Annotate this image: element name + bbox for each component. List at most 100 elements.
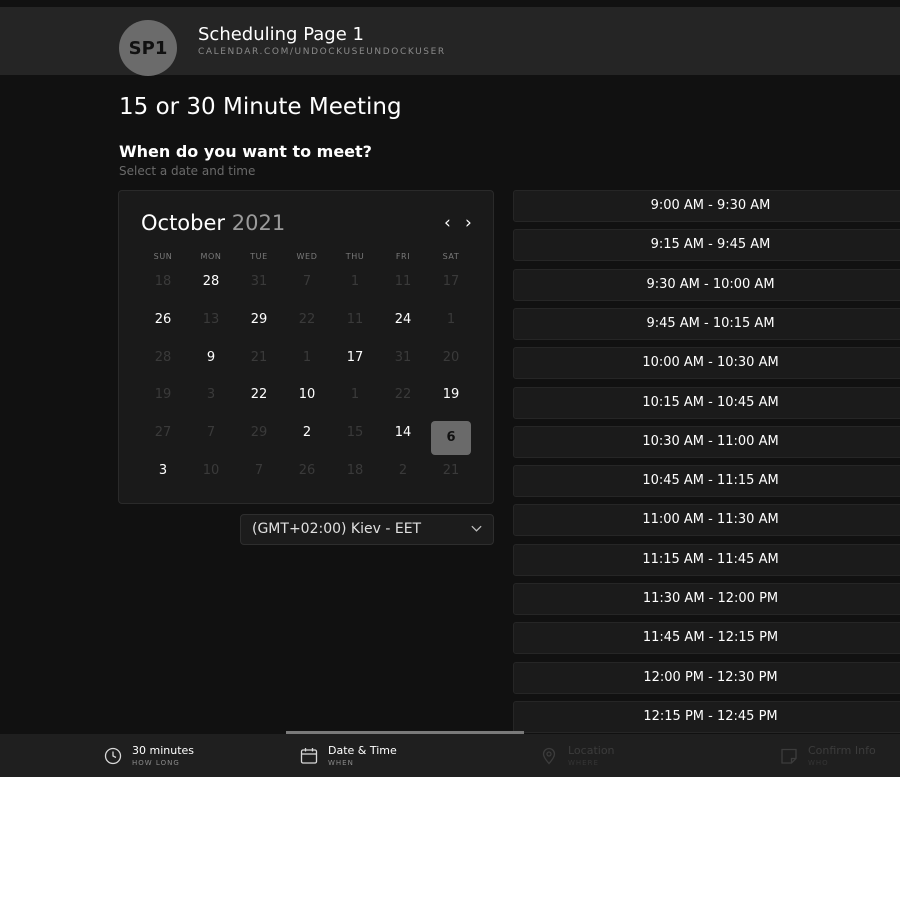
time-slot-label: 11:15 AM - 11:45 AM — [642, 551, 779, 567]
time-slot-label: 10:45 AM - 11:15 AM — [642, 473, 779, 489]
calendar-day-unavailable: 31 — [394, 350, 412, 365]
step-label: Location — [568, 744, 615, 757]
calendar-day-available[interactable]: 19 — [431, 379, 471, 411]
calendar-day-available[interactable]: 3 — [143, 455, 183, 487]
time-slot-button[interactable]: 9:15 AM - 9:45 AM — [513, 229, 900, 262]
step-sublabel: WHERE — [568, 759, 599, 767]
calendar-day-unavailable: 17 — [442, 274, 460, 289]
calendar-day-unavailable: 27 — [154, 425, 172, 440]
calendar-day-unavailable: 19 — [154, 387, 172, 402]
calendar-day-available[interactable]: 14 — [383, 417, 423, 449]
calendar-day-unavailable: 7 — [206, 425, 216, 440]
calendar-day-selected[interactable]: 6 — [431, 421, 471, 455]
calendar-day-unavailable: 7 — [302, 274, 312, 289]
time-slot-button[interactable]: 10:45 AM - 11:15 AM — [513, 465, 900, 498]
location-pin-icon — [542, 747, 556, 765]
calendar-day-available[interactable]: 28 — [191, 266, 231, 298]
weekday-label: TUE — [250, 252, 268, 261]
scheduling-frame: SP1 Scheduling Page 1 CALENDAR.COM/UNDOC… — [0, 0, 900, 777]
calendar-day-available[interactable]: 10 — [287, 379, 327, 411]
weekday-label: SAT — [442, 252, 460, 261]
calendar-day-unavailable: 11 — [346, 312, 364, 327]
time-slot-label: 12:00 PM - 12:30 PM — [643, 669, 778, 685]
time-slot-button[interactable]: 9:45 AM - 10:15 AM — [513, 307, 900, 340]
weekday-label: FRI — [395, 252, 411, 261]
calendar-day-unavailable: 21 — [442, 463, 460, 478]
time-slot-button[interactable]: 10:30 AM - 11:00 AM — [513, 425, 900, 458]
weekday-label: THU — [345, 252, 365, 261]
month-year-label: October 2021 — [141, 211, 285, 235]
time-slot-button[interactable]: 9:00 AM - 9:30 AM — [513, 190, 900, 222]
weekday-label: MON — [200, 252, 222, 261]
step-sublabel: WHO — [808, 759, 829, 767]
time-slot-label: 10:15 AM - 10:45 AM — [642, 394, 779, 410]
calendar-day-unavailable: 18 — [346, 463, 364, 478]
timezone-label: (GMT+02:00) Kiev - EET — [252, 521, 422, 537]
calendar-day-unavailable: 3 — [206, 387, 216, 402]
time-slot-button[interactable]: 11:15 AM - 11:45 AM — [513, 543, 900, 576]
calendar-icon — [300, 748, 318, 764]
step-progress-bar: 30 minutes HOW LONG Date & Time WHEN Locatio… — [0, 734, 900, 777]
calendar-day-available[interactable]: 17 — [335, 342, 375, 374]
time-slot-label: 12:15 PM - 12:45 PM — [643, 708, 778, 724]
calendar-day-available[interactable]: 29 — [239, 304, 279, 336]
time-slot-button[interactable]: 9:30 AM - 10:00 AM — [513, 268, 900, 301]
time-slot-button[interactable]: 11:00 AM - 11:30 AM — [513, 504, 900, 537]
time-slot-label: 10:30 AM - 11:00 AM — [642, 433, 779, 449]
calendar-day-unavailable: 13 — [202, 312, 220, 327]
date-picker: October 2021 ‹ › SUN MON TUE WED THU FRI SAT 18… — [118, 190, 494, 504]
calendar-day-unavailable: 10 — [202, 463, 220, 478]
time-slot-button[interactable]: 11:45 AM - 12:15 PM — [513, 622, 900, 655]
time-slot-button[interactable]: 11:30 AM - 12:00 PM — [513, 583, 900, 615]
time-slot-button[interactable]: 10:00 AM - 10:30 AM — [513, 347, 900, 380]
calendar-day-unavailable: 21 — [250, 350, 268, 365]
time-slot-label: 9:15 AM - 9:45 AM — [650, 237, 771, 253]
step-label: Confirm Info — [808, 744, 876, 757]
scheduling-page-name: Scheduling Page 1 — [198, 24, 364, 45]
calendar-day-unavailable: 26 — [298, 463, 316, 478]
calendar-day-available[interactable]: 2 — [287, 417, 327, 449]
calendar-day-available[interactable]: 9 — [191, 342, 231, 374]
calendar-day-unavailable: 7 — [254, 463, 264, 478]
step-label: Date & Time — [328, 744, 397, 757]
time-slot-button[interactable]: 10:15 AM - 10:45 AM — [513, 386, 900, 419]
time-slot-label: 9:00 AM - 9:30 AM — [650, 198, 771, 213]
step-sublabel: HOW LONG — [132, 759, 180, 767]
scheduling-page-url[interactable]: CALENDAR.COM/UNDOCKUSEUNDOCKUSER — [198, 47, 446, 57]
calendar-day-unavailable: 22 — [298, 312, 316, 327]
year-label: 2021 — [231, 211, 286, 235]
calendar-day-available[interactable]: 22 — [239, 379, 279, 411]
chevron-left-icon[interactable]: ‹ — [444, 213, 451, 233]
event-title: 15 or 30 Minute Meeting — [119, 94, 402, 120]
time-slot-label: 11:30 AM - 12:00 PM — [642, 591, 779, 606]
time-slot-button[interactable]: 12:00 PM - 12:30 PM — [513, 661, 900, 694]
calendar-day-unavailable: 22 — [394, 387, 412, 402]
weekday-label: WED — [296, 252, 318, 261]
chevron-right-icon[interactable]: › — [465, 213, 472, 233]
timezone-select[interactable]: (GMT+02:00) Kiev - EET — [240, 514, 494, 545]
calendar-day-unavailable: 15 — [346, 425, 364, 440]
section-subtitle: Select a date and time — [119, 164, 256, 178]
time-slot-label: 11:00 AM - 11:30 AM — [642, 512, 779, 528]
avatar: SP1 — [119, 20, 177, 76]
step-sublabel: WHEN — [328, 759, 354, 767]
note-icon — [781, 748, 797, 764]
calendar-day-available[interactable]: 26 — [143, 304, 183, 336]
time-slot-label: 9:45 AM - 10:15 AM — [646, 315, 775, 331]
calendar-day-unavailable: 1 — [350, 274, 360, 289]
clock-icon — [104, 747, 122, 765]
calendar-day-available[interactable]: 24 — [383, 304, 423, 336]
chevron-down-icon — [471, 525, 482, 532]
calendar-day-unavailable: 1 — [302, 350, 312, 365]
calendar-day-unavailable: 18 — [154, 274, 172, 289]
month-label: October — [141, 211, 226, 235]
weekday-label: SUN — [153, 252, 173, 261]
time-slot-label: 11:45 AM - 12:15 PM — [642, 630, 779, 646]
calendar-day-unavailable: 2 — [398, 463, 408, 478]
time-slot-button[interactable]: 12:15 PM - 12:45 PM — [513, 700, 900, 733]
step-label: 30 minutes — [132, 744, 195, 757]
calendar-day-unavailable: 1 — [350, 387, 360, 402]
calendar-day-unavailable: 20 — [442, 350, 460, 365]
calendar-day-unavailable: 11 — [394, 274, 412, 289]
time-slot-label: 10:00 AM - 10:30 AM — [642, 355, 779, 371]
